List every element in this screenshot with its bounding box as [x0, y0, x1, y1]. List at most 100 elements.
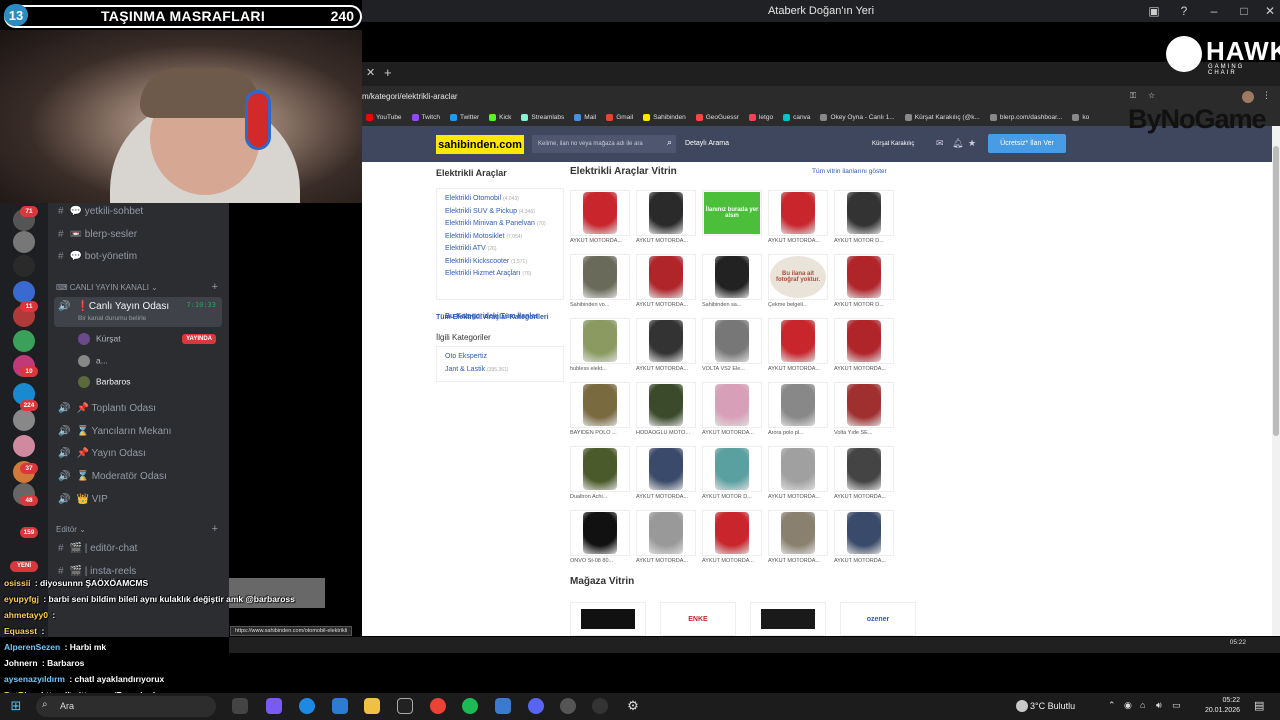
category-item[interactable]: Elektrikli Kickscooter (1.571) [445, 256, 546, 269]
channel-blerp-sesler[interactable]: # 📼 blerp-sesler [58, 229, 137, 240]
new-tab-icon[interactable]: + [384, 65, 392, 80]
listing-thumbnail[interactable] [834, 446, 894, 492]
voice-channel-moderator[interactable]: 🔊 ⌛ Moderatör Odası [58, 471, 167, 482]
network-icon[interactable]: ⌂ [1140, 700, 1145, 710]
listing-thumbnail[interactable] [570, 190, 630, 236]
store-card[interactable]: ENKE [660, 602, 736, 636]
file-explorer-icon[interactable] [364, 698, 380, 714]
listing-thumbnail[interactable] [570, 254, 630, 300]
category-item[interactable]: Elektrikli Motosiklet (7.054) [445, 231, 546, 244]
bookmark-item[interactable]: Gmail [606, 113, 633, 121]
listing-thumbnail[interactable] [768, 382, 828, 428]
listing-thumbnail[interactable] [834, 254, 894, 300]
bookmark-item[interactable]: Sahibinden [643, 113, 686, 121]
task-view-icon[interactable] [232, 698, 248, 714]
minimize-icon[interactable]: – [1206, 3, 1222, 19]
store-card[interactable] [750, 602, 826, 636]
listing-card[interactable]: Volta Yıde SE... [834, 382, 895, 440]
voice-user[interactable]: Kürşat [78, 333, 121, 345]
listing-thumbnail[interactable] [702, 382, 762, 428]
listing-card[interactable]: AYKUT MOTORDA... [768, 510, 829, 568]
close-icon[interactable]: ✕ [1262, 3, 1278, 19]
channel-editor-chat[interactable]: # 🎬 | editör-chat [58, 543, 137, 554]
listing-thumbnail[interactable] [636, 190, 696, 236]
server-icon[interactable] [13, 409, 35, 431]
messages-icon[interactable]: ✉ [936, 138, 944, 149]
page-scrollbar[interactable] [1272, 126, 1280, 636]
listing-thumbnail[interactable] [768, 190, 828, 236]
category-item[interactable]: Elektrikli Otomobil (4.043) [445, 193, 546, 206]
add-channel-icon[interactable]: + [212, 523, 218, 535]
listing-thumbnail[interactable] [636, 254, 696, 300]
listing-thumbnail[interactable] [636, 318, 696, 364]
bookmark-item[interactable]: letgo [748, 113, 773, 121]
bookmark-item[interactable]: Okey Oyna - Canlı 1... [820, 113, 895, 121]
user-menu[interactable]: Kürşat Karakılıç [872, 135, 914, 153]
bookmark-item[interactable]: ko [1072, 113, 1089, 121]
battery-icon[interactable]: ▭ [1172, 700, 1181, 711]
voice-channel-toplanti[interactable]: 🔊 📌 Toplantı Odası [58, 403, 156, 414]
listing-thumbnail[interactable] [702, 510, 762, 556]
category-item[interactable]: Elektrikli Hizmet Araçları (76) [445, 268, 546, 281]
listing-card[interactable]: Dualtron Achi... [570, 446, 631, 504]
listing-card[interactable]: Sahibinden sa... [702, 254, 763, 312]
listing-card[interactable]: AYKUT MOTORDA... [768, 446, 829, 504]
category-item[interactable]: Elektrikli SUV & Pickup (4.346) [445, 206, 546, 219]
store-card[interactable]: ozener [840, 602, 916, 636]
xbox-icon[interactable] [397, 698, 413, 714]
voice-channel-yayin[interactable]: 🔊 📌 Yayın Odası [58, 448, 146, 459]
discord-icon[interactable] [528, 698, 544, 714]
listing-thumbnail[interactable] [834, 190, 894, 236]
listing-thumbnail[interactable] [570, 318, 630, 364]
channel-bot-yonetim[interactable]: # 💬 bot-yönetim [58, 251, 137, 262]
tray-chevron-icon[interactable]: ⌃ [1108, 700, 1116, 711]
server-icon[interactable] [13, 281, 35, 303]
listing-thumbnail[interactable] [570, 382, 630, 428]
listing-thumbnail[interactable] [768, 318, 828, 364]
listing-thumbnail[interactable] [834, 382, 894, 428]
listing-thumbnail[interactable] [834, 318, 894, 364]
listing-thumbnail[interactable] [768, 446, 828, 492]
notification-icon[interactable]: ▤ [1254, 699, 1264, 712]
settings-icon[interactable]: ⚙ [625, 698, 641, 714]
listing-card[interactable]: Bu ilana ait fotoğraf yoktur. Çekme belge… [768, 254, 829, 312]
listing-card[interactable]: AYKUT MOTOR D... [834, 254, 895, 312]
listing-card[interactable]: AYKUT MOTORDA... [636, 190, 697, 248]
site-logo[interactable]: sahibinden.com [436, 135, 524, 154]
spotify-icon[interactable] [462, 698, 478, 714]
store-icon[interactable] [332, 698, 348, 714]
obs-icon[interactable] [560, 698, 576, 714]
store-card[interactable] [570, 602, 646, 636]
category-editor[interactable]: Editör ⌄ [56, 525, 86, 534]
voice-channel-canli-yayin[interactable]: 🔊 ❗Canlı Yayın Odası [58, 301, 169, 312]
server-icon[interactable] [13, 435, 35, 457]
bookmark-star-icon[interactable]: ☆ [1148, 91, 1155, 100]
vitrin-show-all-link[interactable]: Tüm vitrin ilanlarını göster [812, 168, 887, 175]
menu-icon[interactable]: ⋮ [1262, 90, 1271, 101]
all-categories-link[interactable]: Tüm Elektrikli Araçlar Kategorileri [436, 314, 549, 321]
listing-card[interactable]: Sahibinden vo... [570, 254, 631, 312]
scrollbar-thumb[interactable] [1273, 146, 1279, 436]
taskbar-clock[interactable]: 05:22 20.01.2026 [1190, 696, 1240, 716]
add-channel-icon[interactable]: + [212, 281, 218, 293]
related-item[interactable]: Jant & Lastik (395.361) [445, 364, 508, 377]
bookmark-item[interactable]: YouTube [366, 113, 402, 121]
taskbar-search[interactable]: ⌕ Ara [36, 696, 216, 717]
listing-thumbnail[interactable]: İlanınız burada yer alsın [702, 190, 762, 236]
category-item[interactable]: Elektrikli Minivan & Panelvan (70) [445, 218, 546, 231]
weather-text[interactable]: 3°C Bulutlu [1030, 693, 1075, 720]
listing-card[interactable]: AYKUT MOTOR D... [702, 446, 763, 504]
search-input[interactable]: Kelime, ilan no veya mağaza adı ile ara … [532, 135, 676, 153]
bookmark-item[interactable]: Streamlabs [521, 113, 564, 121]
edge-icon[interactable] [299, 698, 315, 714]
password-icon[interactable]: ⚿ [1130, 91, 1136, 101]
bookmark-item[interactable]: Twitch [411, 113, 440, 121]
bookmark-item[interactable]: blerp.com/dashboar... [989, 113, 1062, 121]
profile-icon[interactable]: ▣ [1146, 3, 1162, 19]
copilot-icon[interactable] [266, 698, 282, 714]
steam-icon[interactable] [495, 698, 511, 714]
tab-close-icon[interactable]: ✕ [366, 66, 375, 79]
listing-thumbnail[interactable] [834, 510, 894, 556]
listing-card[interactable]: AYKUT MOTORDA... [570, 190, 631, 248]
server-icon[interactable] [13, 330, 35, 352]
